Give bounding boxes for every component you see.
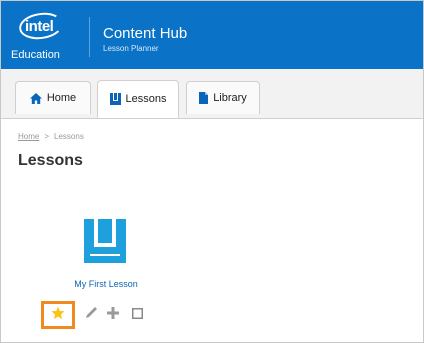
lesson-title-link[interactable]: My First Lesson — [41, 279, 171, 289]
breadcrumb-separator: > — [44, 132, 50, 141]
add-button[interactable] — [101, 303, 125, 327]
plus-icon — [107, 306, 119, 324]
file-icon — [199, 92, 209, 104]
lesson-actions — [41, 301, 171, 329]
star-icon — [51, 306, 65, 325]
page-title: Lessons — [18, 152, 83, 169]
logo-subtext: Education — [11, 49, 60, 61]
tab-strip: Home Lessons Library — [1, 69, 423, 119]
lesson-card: My First Lesson — [41, 209, 171, 329]
select-checkbox[interactable] — [125, 303, 149, 327]
breadcrumb-home-link[interactable]: Home — [18, 132, 39, 141]
tab-lessons-label: Lessons — [125, 93, 167, 105]
tab-lessons[interactable]: Lessons — [97, 80, 179, 118]
favorite-button[interactable] — [41, 301, 75, 329]
edit-button[interactable] — [79, 303, 103, 327]
app-header: intel Education Content Hub Lesson Plann… — [1, 1, 423, 69]
intel-education-logo[interactable]: intel Education — [11, 9, 81, 65]
app-title: Content Hub — [103, 25, 188, 42]
breadcrumb: Home > Lessons — [18, 132, 84, 141]
tab-library-label: Library — [213, 92, 247, 104]
checkbox-icon — [131, 306, 143, 324]
tab-home[interactable]: Home — [15, 81, 91, 114]
pencil-icon — [85, 306, 98, 324]
tab-home-label: Home — [46, 92, 77, 104]
tab-library[interactable]: Library — [186, 81, 260, 114]
logo-word: intel — [25, 18, 54, 35]
lesson-book-icon[interactable] — [84, 219, 126, 263]
app-window: intel Education Content Hub Lesson Plann… — [0, 0, 424, 343]
app-subtitle: Lesson Planner — [103, 44, 159, 53]
book-icon — [109, 93, 121, 105]
header-divider — [89, 17, 90, 57]
breadcrumb-current: Lessons — [54, 132, 84, 141]
home-icon — [29, 92, 42, 104]
